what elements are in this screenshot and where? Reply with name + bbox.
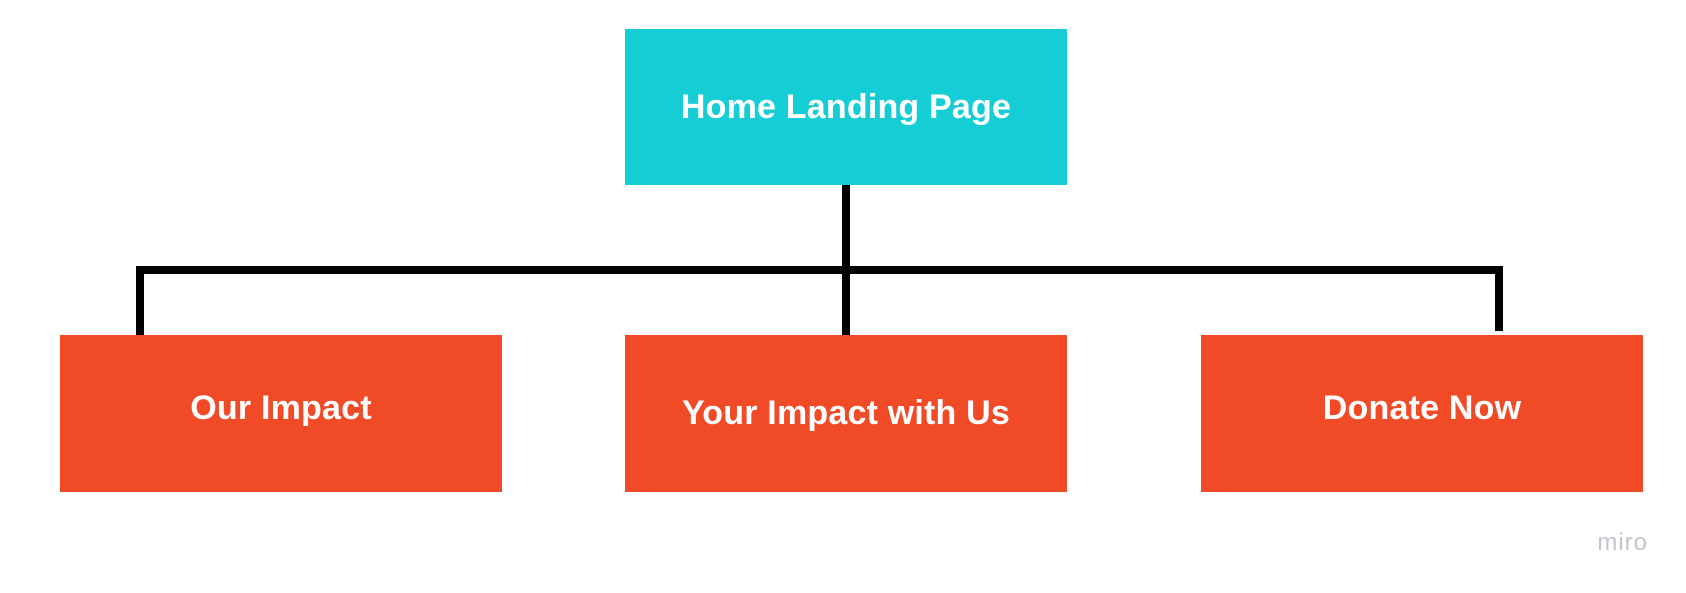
node-label: Home Landing Page [680, 87, 1012, 126]
diagram-canvas: Home Landing Page Our Impact Your Impact… [0, 0, 1686, 593]
node-donate-now[interactable]: Donate Now [1201, 335, 1643, 492]
node-label: Our Impact [190, 389, 372, 427]
node-home-landing-page[interactable]: Home Landing Page [625, 29, 1067, 185]
node-our-impact[interactable]: Our Impact [60, 335, 502, 492]
node-your-impact-with-us[interactable]: Your Impact with Us [625, 335, 1067, 492]
miro-watermark: miro [1597, 529, 1648, 556]
node-label: Your Impact with Us [681, 394, 1011, 432]
node-label: Donate Now [1322, 389, 1522, 427]
